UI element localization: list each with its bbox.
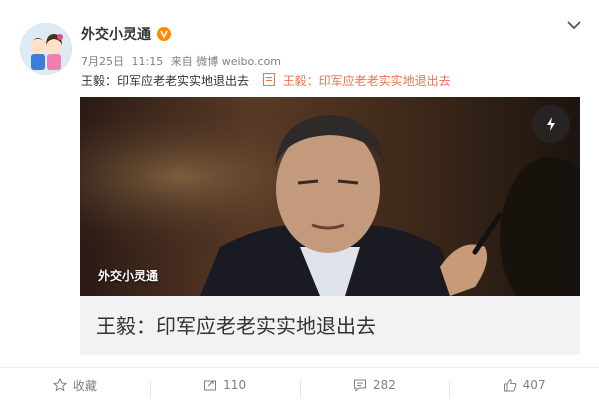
post-text: 王毅：印军应老老实实地退出去 王毅：印军应老老实实地退出去 [81,72,451,89]
repost-count: 110 [223,378,247,392]
favorite-button[interactable]: 收藏 [0,377,150,394]
photo-watermark: 外交小灵通 [98,269,159,283]
article-link-text[interactable]: 王毅：印军应老老实实地退出去 [283,74,451,88]
action-bar: 收藏 110 282 407 [0,367,599,402]
verified-v-icon [157,27,171,41]
favorite-label: 收藏 [72,378,97,393]
comment-button[interactable]: 282 [299,378,450,398]
document-icon [262,73,275,86]
like-count: 407 [522,378,546,392]
repost-button[interactable]: 110 [149,378,300,398]
post-date[interactable]: 7月25日 [81,55,124,68]
post-meta: 7月25日 11:15 来自 微博 weibo.com [81,53,285,69]
chevron-down-icon[interactable] [565,16,583,34]
thumbs-up-icon [503,378,516,392]
avatar-cartoon-icon [21,24,71,74]
post-source: 来自 微博 weibo.com [170,55,282,68]
lightning-icon[interactable] [532,105,570,143]
star-icon [52,378,67,392]
comment-icon [353,379,366,392]
repost-icon [204,380,217,391]
comment-count: 282 [372,378,396,392]
article-title[interactable]: 王毅：印军应老老实实地退出去 [96,310,376,339]
avatar[interactable] [20,23,72,75]
weibo-post-card: 外交小灵通 7月25日 11:15 来自 微博 weibo.com 王毅：印军应… [0,0,599,401]
like-button[interactable]: 407 [449,378,599,398]
post-body: 王毅：印军应老老实实地退出去 [81,74,250,88]
post-time[interactable]: 11:15 [132,55,164,68]
article-link[interactable]: 王毅：印军应老老实实地退出去 [262,73,451,88]
article-card[interactable]: 外交小灵通 王毅：印军应老老实实地退出去 [80,97,580,355]
username[interactable]: 外交小灵通 [81,24,151,44]
